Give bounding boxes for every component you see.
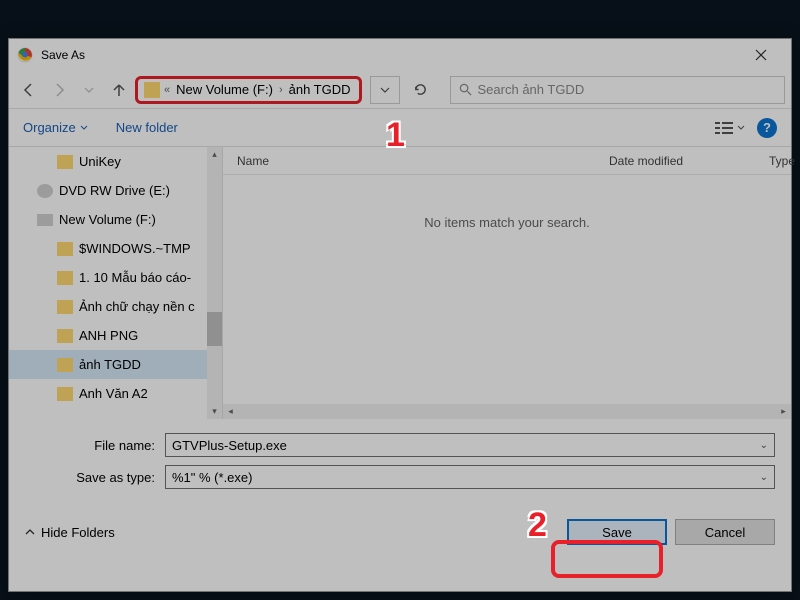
column-name[interactable]: Name (223, 154, 595, 168)
tree-item[interactable]: 1. 10 Mẫu báo cáo- (9, 263, 209, 292)
close-button[interactable] (738, 40, 783, 70)
chrome-icon (17, 47, 33, 63)
path-dropdown[interactable] (370, 76, 400, 104)
scroll-up-icon[interactable]: ▴ (207, 147, 222, 162)
folder-icon (57, 271, 73, 285)
tree-item-label: ảnh TGDD (79, 357, 141, 372)
help-button[interactable]: ? (757, 118, 777, 138)
list-header: Name Date modified Type (223, 147, 791, 175)
scroll-right-icon[interactable]: ▸ (776, 404, 791, 419)
folder-tree[interactable]: UniKey DVD RW Drive (E:) New Volume (F:) $W… (9, 147, 223, 419)
tree-item[interactable]: ANH PNG (9, 321, 209, 350)
column-date[interactable]: Date modified (595, 154, 755, 168)
tree-item-label: ANH PNG (79, 328, 138, 343)
view-options-button[interactable] (715, 121, 745, 135)
tree-scrollbar[interactable]: ▴ ▾ (207, 147, 222, 419)
folder-icon (57, 329, 73, 343)
chevron-down-icon[interactable]: ⌄ (760, 440, 768, 451)
tree-item-label: DVD RW Drive (E:) (59, 183, 170, 198)
folder-icon (57, 387, 73, 401)
organize-button[interactable]: Organize (23, 120, 88, 135)
new-folder-button[interactable]: New folder (116, 120, 178, 135)
empty-message: No items match your search. (223, 175, 791, 404)
folder-icon (57, 155, 73, 169)
scroll-down-icon[interactable]: ▾ (207, 404, 222, 419)
back-button[interactable] (15, 76, 43, 104)
nav-bar: « New Volume (F:) › ảnh TGDD Search ảnh … (9, 71, 791, 109)
tree-item-label: 1. 10 Mẫu báo cáo- (79, 270, 191, 285)
cancel-button[interactable]: Cancel (675, 519, 775, 545)
hide-folders-button[interactable]: Hide Folders (25, 525, 115, 540)
savetype-label: Save as type: (25, 470, 165, 485)
disc-icon (37, 184, 53, 198)
scroll-thumb[interactable] (207, 312, 222, 346)
chevron-up-icon (25, 527, 35, 537)
breadcrumb-segment[interactable]: New Volume (F:) (174, 82, 275, 97)
tree-item-label: UniKey (79, 154, 121, 169)
folder-icon (57, 358, 73, 372)
dialog-title: Save As (41, 48, 738, 62)
filename-label: File name: (25, 438, 165, 453)
tree-item[interactable]: ảnh TGDD (9, 350, 209, 379)
recent-dropdown-icon[interactable] (75, 76, 103, 104)
tree-item[interactable]: Anh Văn A2 (9, 379, 209, 408)
search-input[interactable]: Search ảnh TGDD (450, 76, 785, 104)
chevron-down-icon[interactable]: ⌄ (760, 472, 768, 483)
folder-icon (57, 242, 73, 256)
list-hscrollbar[interactable]: ◂ ▸ (223, 404, 791, 419)
tree-item-label: Anh Văn A2 (79, 386, 148, 401)
tree-item[interactable]: DVD RW Drive (E:) (9, 176, 209, 205)
callout-2: 2 (528, 506, 547, 545)
footer: Hide Folders Save Cancel (9, 501, 791, 559)
tree-item-label: Ảnh chữ chạy nền c (79, 299, 195, 314)
scroll-left-icon[interactable]: ◂ (223, 404, 238, 419)
tree-item-label: $WINDOWS.~TMP (79, 241, 191, 256)
file-list: Name Date modified Type No items match y… (223, 147, 791, 419)
filename-input[interactable]: GTVPlus-Setup.exe ⌄ (165, 433, 775, 457)
tree-item-label: New Volume (F:) (59, 212, 156, 227)
chevron-down-icon (737, 124, 745, 132)
chevron-down-icon (80, 124, 88, 132)
search-placeholder: Search ảnh TGDD (478, 82, 585, 97)
breadcrumb-segment[interactable]: ảnh TGDD (287, 82, 353, 97)
breadcrumb[interactable]: « New Volume (F:) › ảnh TGDD (135, 76, 362, 104)
column-type[interactable]: Type (755, 154, 791, 168)
tree-item[interactable]: UniKey (9, 147, 209, 176)
titlebar: Save As (9, 39, 791, 71)
folder-icon (144, 82, 160, 98)
breadcrumb-overflow: « (164, 84, 170, 96)
forward-button[interactable] (45, 76, 73, 104)
tree-item[interactable]: New Volume (F:) (9, 205, 209, 234)
form-area: File name: GTVPlus-Setup.exe ⌄ Save as t… (9, 419, 791, 501)
main-area: UniKey DVD RW Drive (E:) New Volume (F:) $W… (9, 147, 791, 419)
save-button[interactable]: Save (567, 519, 667, 545)
callout-1: 1 (386, 116, 405, 155)
tree-item[interactable]: $WINDOWS.~TMP (9, 234, 209, 263)
drive-icon (37, 214, 53, 226)
folder-icon (57, 300, 73, 314)
tree-item[interactable]: Ảnh chữ chạy nền c (9, 292, 209, 321)
up-button[interactable] (105, 76, 133, 104)
savetype-select[interactable]: %1" % (*.exe) ⌄ (165, 465, 775, 489)
chevron-right-icon: › (279, 84, 283, 96)
view-icon (715, 121, 733, 135)
refresh-button[interactable] (406, 76, 436, 104)
search-icon (459, 83, 472, 96)
